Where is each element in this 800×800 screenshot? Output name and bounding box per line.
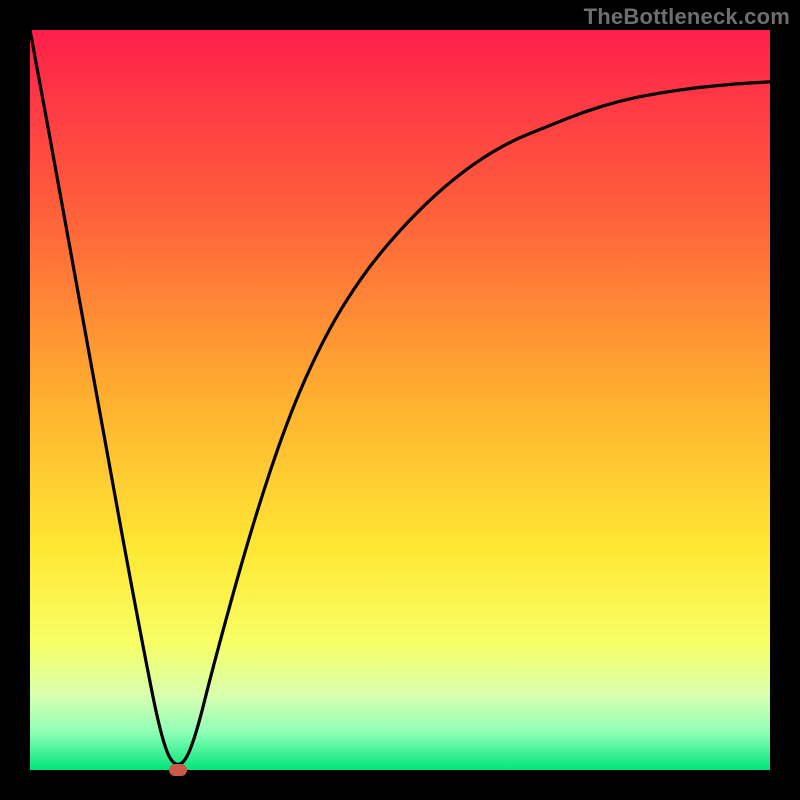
plot-area (30, 30, 770, 770)
watermark-text: TheBottleneck.com (584, 4, 790, 30)
gradient-background (30, 30, 770, 770)
chart-frame: TheBottleneck.com (0, 0, 800, 800)
marker-dot (169, 764, 187, 776)
